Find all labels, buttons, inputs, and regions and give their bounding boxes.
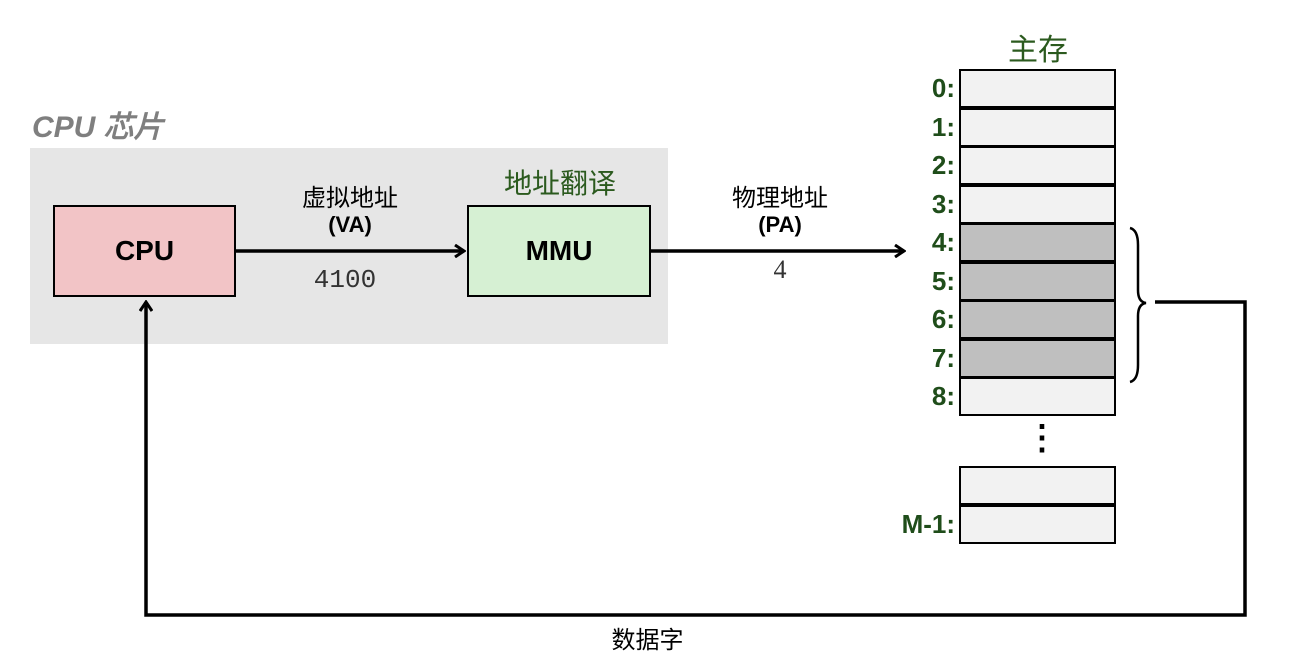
- brace-icon: [1129, 226, 1147, 384]
- connection-wires: [0, 226, 1247, 617]
- data-word-return-wire: [146, 302, 1247, 617]
